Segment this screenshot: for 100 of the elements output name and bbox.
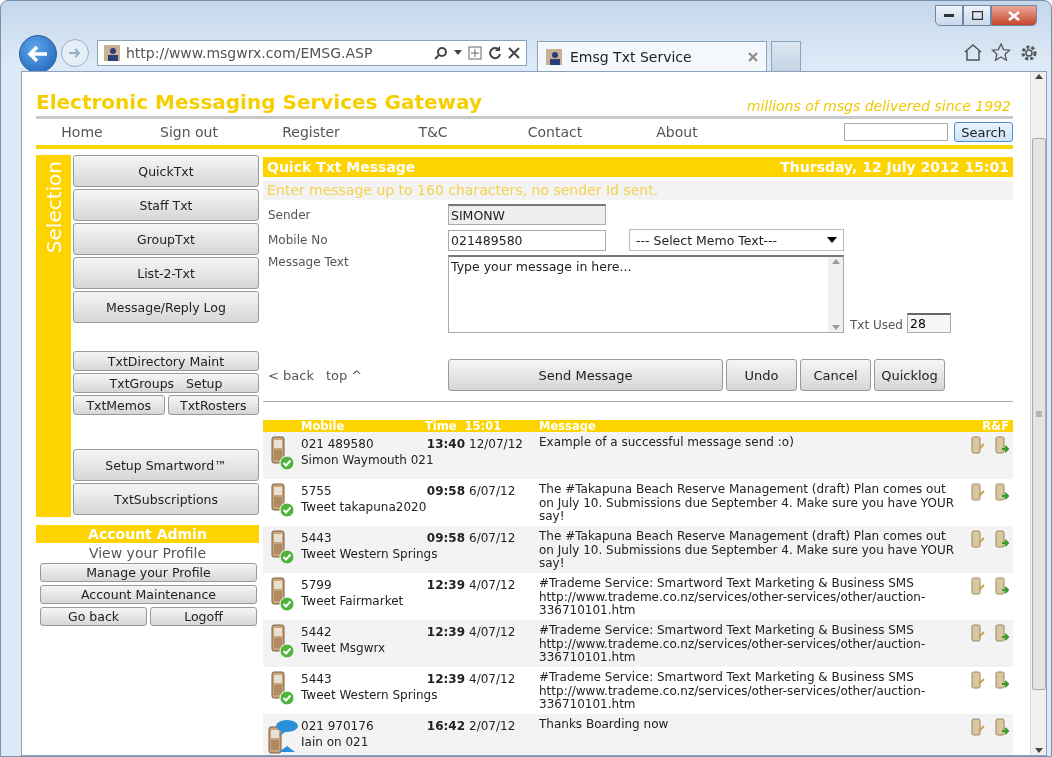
table-cell: 5442 (301, 624, 332, 640)
browser-tab[interactable]: Emsg Txt Service (537, 41, 767, 71)
dropdown-icon[interactable] (454, 50, 462, 56)
scroll-thumb[interactable] (1031, 137, 1046, 690)
search-field[interactable] (844, 123, 949, 141)
forward-icon[interactable] (995, 718, 1009, 736)
arrow-left-icon (27, 45, 49, 63)
column-header: Message (539, 420, 597, 432)
table-cell: 5755 (301, 483, 332, 499)
menu-button[interactable]: GroupTxt (73, 223, 259, 255)
forward-icon[interactable] (995, 671, 1009, 689)
forward-icon[interactable] (995, 436, 1009, 454)
phone-check-icon (268, 483, 296, 519)
refresh-icon[interactable] (488, 46, 502, 60)
reply-icon[interactable] (971, 624, 985, 642)
table-cell: 021 489580 (301, 436, 374, 452)
nav-link[interactable]: < back (268, 367, 314, 383)
reply-icon[interactable] (971, 483, 985, 501)
menu-button[interactable]: TxtGroups Setup (73, 373, 259, 393)
table-cell-text: #Trademe Service: Smartword Text Marketing & Business SMS http://www.trademe.co.nz/services/other-services/other/auction-336710101.htm (539, 669, 927, 713)
table-cell: Tweet Fairmarket (301, 593, 404, 609)
stop-icon[interactable] (508, 47, 520, 59)
up-arrow-icon[interactable] (1034, 74, 1043, 79)
minimize-icon (944, 13, 954, 18)
input-field[interactable]: 021489580 (448, 229, 606, 251)
table-cell: Simon Waymouth 021 (301, 452, 434, 468)
forward-icon[interactable] (995, 530, 1009, 548)
menu-button[interactable]: TxtRosters (167, 395, 259, 415)
action-button[interactable]: Send Message (448, 359, 723, 391)
close-button[interactable] (991, 5, 1037, 26)
column-header: Time 15:01 (425, 420, 503, 432)
home-icon[interactable] (963, 43, 983, 61)
nav-link[interactable]: T&C (372, 124, 494, 140)
arrow-right-icon (68, 47, 82, 59)
table-cell: Tweet Western Springs (301, 546, 438, 562)
table-cell-text: Example of a successful message send :o) (539, 434, 795, 451)
column-header: R&F (981, 420, 1010, 432)
action-button[interactable]: Undo (726, 359, 797, 391)
menu-button[interactable]: List-2-Txt (73, 257, 259, 289)
action-button[interactable]: Quicklog (874, 359, 945, 391)
hint-text: Enter message up to 160 characters, no sender Id sent. (263, 181, 1013, 200)
nav-link[interactable]: About (616, 124, 738, 140)
minimize-button[interactable] (935, 5, 963, 26)
reply-icon[interactable] (971, 530, 985, 548)
menu-button[interactable]: TxtSubscriptions (73, 483, 259, 515)
table-cell: 09:58 6/07/12 (425, 483, 516, 499)
menu-button[interactable]: Setup Smartword™ (73, 449, 259, 481)
address-bar[interactable]: http://www.msgwrx.com/EMSG.ASP (97, 40, 527, 66)
menu-button[interactable]: QuickTxt (73, 155, 259, 187)
nav-link[interactable]: Register (250, 124, 372, 140)
forward-icon[interactable] (995, 624, 1009, 642)
forward-icon[interactable] (995, 577, 1009, 595)
search-icon[interactable] (434, 46, 448, 60)
nav-link[interactable]: Contact (494, 124, 616, 140)
forward-icon[interactable] (995, 483, 1009, 501)
account-button[interactable]: Manage your Profile (40, 563, 257, 582)
maximize-icon (971, 11, 983, 20)
field-label: Mobile No (267, 233, 329, 247)
star-icon[interactable] (991, 43, 1011, 61)
settings-icon[interactable] (1019, 43, 1039, 63)
nav-link[interactable]: Home (36, 124, 128, 140)
down-arrow-icon[interactable] (1034, 748, 1043, 753)
menu-button[interactable]: TxtMemos (73, 395, 165, 415)
maximize-button[interactable] (963, 5, 991, 26)
profile-link[interactable]: View your Profile (36, 543, 259, 563)
site-icon (104, 45, 120, 61)
account-button[interactable]: Go back (40, 607, 147, 626)
search-button[interactable]: Search (954, 122, 1013, 142)
table-cell-text: The #Takapuna Beach Reserve Management (draft) Plan comes out on July 10. Submissions due September 4. Make sure you have YOUR say! (539, 528, 956, 572)
tagline: millions of msgs delivered since 1992 (746, 98, 1012, 114)
menu-button[interactable]: TxtDirectory Maint (73, 351, 259, 371)
phone-check-icon (268, 436, 296, 472)
counter-field[interactable]: 28 (907, 313, 951, 333)
nav-link[interactable]: top ^ (325, 367, 363, 383)
table-cell: 13:40 12/07/12 (425, 436, 523, 452)
memo-dropdown[interactable]: --- Select Memo Text--- (629, 229, 844, 251)
menu-button[interactable]: Staff Txt (73, 189, 259, 221)
close-icon[interactable] (748, 51, 758, 62)
menu-button[interactable]: Message/Reply Log (73, 291, 259, 323)
table-cell: 12:39 4/07/12 (425, 577, 516, 593)
forward-button[interactable] (61, 39, 89, 67)
field-label: Txt Used (850, 318, 903, 333)
compatibility-icon[interactable] (468, 46, 482, 60)
form-title: Quick Txt Message (267, 158, 416, 177)
caret-icon (827, 237, 837, 243)
action-button[interactable]: Cancel (800, 359, 871, 391)
account-button[interactable]: Logoff (150, 607, 257, 626)
site-title: Electronic Messaging Services Gateway (36, 90, 482, 114)
input-field[interactable]: SIMONW (448, 204, 606, 225)
nav-link[interactable]: Sign out (128, 124, 250, 140)
date-time: Thursday, 12 July 2012 15:01 (780, 158, 1009, 177)
reply-icon[interactable] (971, 671, 985, 689)
new-tab-button[interactable] (771, 40, 801, 72)
back-button[interactable] (19, 35, 57, 73)
reply-icon[interactable] (971, 577, 985, 595)
reply-icon[interactable] (971, 436, 985, 454)
account-button[interactable]: Account Maintenance (40, 585, 257, 604)
reply-icon[interactable] (971, 718, 985, 736)
table-cell: 021 970176 (301, 718, 374, 734)
table-cell-text: Thanks Boarding now (539, 716, 670, 733)
